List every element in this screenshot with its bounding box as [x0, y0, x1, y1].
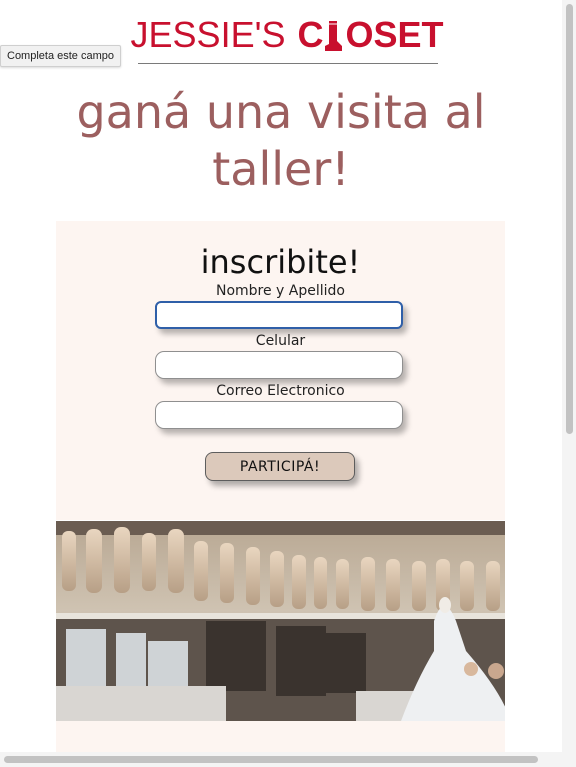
participate-button[interactable]: PARTICIPÁ!: [205, 452, 355, 481]
atelier-photo: [56, 521, 505, 721]
email-label: Correo Electronico: [216, 383, 345, 399]
form-title: inscribite!: [200, 243, 361, 281]
header-divider: [138, 63, 438, 64]
logo-suffix: OSET: [345, 14, 444, 55]
phone-input[interactable]: [155, 351, 403, 379]
vertical-scrollbar-thumb[interactable]: [566, 4, 573, 434]
page-bottom-band: [56, 721, 505, 752]
page-viewport: JESSIE'S C OSET ganá una visita al talle…: [0, 0, 563, 752]
name-label: Nombre y Apellido: [215, 283, 345, 299]
page-headline: ganá una visita al taller!: [76, 85, 486, 196]
signup-form-card: inscribite! Nombre y Apellido Celular Co…: [56, 221, 505, 520]
validation-tooltip: Completa este campo: [0, 45, 121, 67]
horizontal-scrollbar-thumb[interactable]: [4, 756, 538, 763]
boot-icon: [324, 19, 344, 51]
logo-letter-c: C: [297, 14, 324, 55]
email-input[interactable]: [155, 401, 403, 429]
name-input[interactable]: [155, 301, 403, 329]
jessies-closet-logo[interactable]: JESSIE'S C OSET: [131, 12, 444, 58]
logo-right-text: C OSET: [297, 14, 443, 56]
phone-label: Celular: [255, 333, 306, 349]
logo-left-text: JESSIE'S: [130, 14, 286, 55]
